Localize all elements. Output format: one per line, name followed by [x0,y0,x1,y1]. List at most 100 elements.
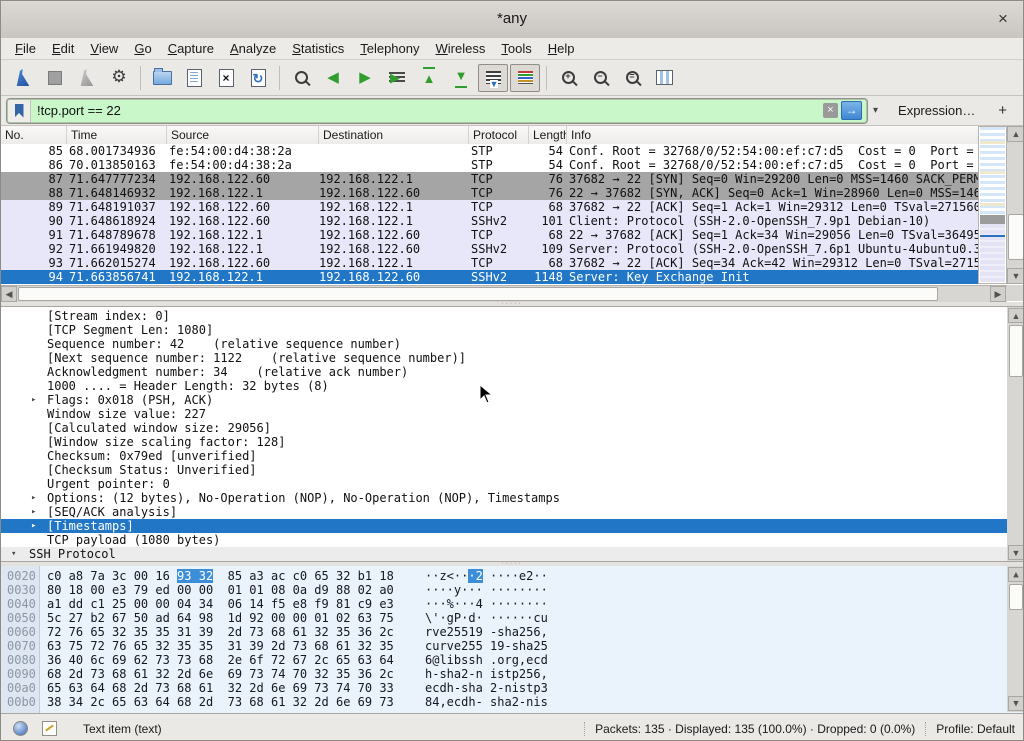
column-header-length[interactable]: Length [529,126,567,144]
add-filter-button[interactable]: + [992,102,1013,119]
scroll-thumb[interactable] [1009,325,1023,377]
detail-line[interactable]: ▸[SEQ/ACK analysis] [1,505,1007,519]
expand-arrow-icon[interactable]: ▸ [31,519,36,533]
detail-line[interactable]: ▸Flags: 0x018 (PSH, ACK) [1,393,1007,407]
scroll-up-icon[interactable]: ▲ [1007,126,1024,142]
hex-row[interactable]: 0020c0 a8 7a 3c 00 16 93 32 85 a3 ac c0 … [1,569,1007,583]
scroll-up-icon[interactable]: ▲ [1008,567,1023,582]
go-back-button[interactable]: ◀ [318,64,348,92]
find-packet-button[interactable] [286,64,316,92]
detail-line[interactable]: [Next sequence number: 1122 (relative se… [1,351,1007,365]
detail-line[interactable]: Checksum: 0x79ed [unverified] [1,449,1007,463]
scroll-thumb[interactable] [1008,214,1024,260]
filter-history-dropdown[interactable]: ▾ [867,105,884,116]
hex-row[interactable]: 003080 18 00 e3 79 ed 00 00 01 01 08 0a … [1,583,1007,597]
column-header-time[interactable]: Time [67,126,167,144]
scroll-thumb[interactable] [18,287,938,301]
scroll-right-icon[interactable]: ▶ [990,286,1006,302]
start-capture-button[interactable] [8,64,38,92]
expert-info-icon[interactable] [13,721,28,736]
display-filter-value[interactable]: !tcp.port == 22 [31,103,823,118]
packet-list-vscrollbar[interactable]: ▲ ▼ [1007,126,1024,284]
menu-capture[interactable]: Capture [160,39,222,58]
expand-arrow-icon[interactable]: ▸ [31,491,36,505]
go-to-packet-button[interactable]: ▶ [382,64,412,92]
go-forward-button[interactable]: ▶ [350,64,380,92]
detail-line[interactable]: TCP payload (1080 bytes) [1,533,1007,547]
packet-row[interactable]: 8670.013850163fe:54:00:d4:38:2aSTP54Conf… [1,158,978,172]
packet-row[interactable]: 9071.648618924192.168.122.60192.168.122.… [1,214,978,228]
hex-row[interactable]: 007063 75 72 76 65 32 35 35 31 39 2d 73 … [1,639,1007,653]
packet-row[interactable]: 9271.661949820192.168.122.1192.168.122.6… [1,242,978,256]
auto-scroll-button[interactable]: ▼ [478,64,508,92]
hex-row[interactable]: 00b038 34 2c 65 63 64 68 2d 73 68 61 32 … [1,695,1007,709]
column-header-protocol[interactable]: Protocol [469,126,529,144]
column-header-destination[interactable]: Destination [319,126,469,144]
scroll-down-icon[interactable]: ▼ [1007,268,1024,284]
details-vscrollbar[interactable]: ▲ ▼ [1007,307,1023,561]
hex-row[interactable]: 00a065 63 64 68 2d 73 68 61 32 2d 6e 69 … [1,681,1007,695]
hex-vscrollbar[interactable]: ▲ ▼ [1007,566,1023,712]
detail-line[interactable]: [Calculated window size: 29056] [1,421,1007,435]
detail-line[interactable]: 1000 .... = Header Length: 32 bytes (8) [1,379,1007,393]
expression-button[interactable]: Expression… [898,103,975,118]
detail-line[interactable]: [TCP Segment Len: 1080] [1,323,1007,337]
detail-line[interactable]: Urgent pointer: 0 [1,477,1007,491]
profile-label[interactable]: Profile: Default [925,722,1015,736]
packet-row[interactable]: 9171.648789678192.168.122.1192.168.122.6… [1,228,978,242]
packet-row[interactable]: 9471.663856741192.168.122.1192.168.122.6… [1,270,978,284]
expand-arrow-icon[interactable]: ▾ [11,547,16,561]
packet-row[interactable]: 8771.647777234192.168.122.60192.168.122.… [1,172,978,186]
menu-wireless[interactable]: Wireless [428,39,494,58]
scroll-down-icon[interactable]: ▼ [1008,696,1023,711]
menu-file[interactable]: File [7,39,44,58]
hex-row[interactable]: 0040a1 dd c1 25 00 00 04 34 06 14 f5 e8 … [1,597,1007,611]
hex-row[interactable]: 009068 2d 73 68 61 32 2d 6e 69 73 74 70 … [1,667,1007,681]
menu-tools[interactable]: Tools [493,39,539,58]
packet-row[interactable]: 8971.648191037192.168.122.60192.168.122.… [1,200,978,214]
menu-go[interactable]: Go [126,39,159,58]
open-file-button[interactable] [147,64,177,92]
resize-columns-button[interactable] [649,64,679,92]
detail-line[interactable]: [Window size scaling factor: 128] [1,435,1007,449]
zoom-in-button[interactable]: + [553,64,583,92]
save-file-button[interactable] [179,64,209,92]
detail-line[interactable]: [Stream index: 0] [1,309,1007,323]
clear-filter-button[interactable]: × [823,103,838,118]
menu-view[interactable]: View [82,39,126,58]
display-filter-input[interactable]: !tcp.port == 22 × → [7,99,867,123]
detail-line[interactable]: Window size value: 227 [1,407,1007,421]
scroll-up-icon[interactable]: ▲ [1008,308,1023,323]
go-first-packet-button[interactable]: ▲ [414,64,444,92]
hex-row[interactable]: 006072 76 65 32 35 35 31 39 2d 73 68 61 … [1,625,1007,639]
hex-row[interactable]: 008036 40 6c 69 62 73 73 68 2e 6f 72 67 … [1,653,1007,667]
close-file-button[interactable]: × [211,64,241,92]
detail-line[interactable]: ▸Options: (12 bytes), No-Operation (NOP)… [1,491,1007,505]
apply-filter-button[interactable]: → [841,101,862,120]
scroll-left-icon[interactable]: ◀ [1,286,17,302]
packet-row[interactable]: 8568.001734936fe:54:00:d4:38:2aSTP54Conf… [1,144,978,158]
close-window-button[interactable]: × [993,9,1013,29]
menu-analyze[interactable]: Analyze [222,39,284,58]
intelligent-scrollbar-minimap[interactable] [978,126,1007,284]
filter-bookmark-button[interactable] [8,100,31,122]
scroll-thumb[interactable] [1009,584,1023,610]
column-header-source[interactable]: Source [167,126,319,144]
menu-edit[interactable]: Edit [44,39,82,58]
menu-statistics[interactable]: Statistics [284,39,352,58]
reload-file-button[interactable]: ↻ [243,64,273,92]
zoom-100-button[interactable]: = [617,64,647,92]
scroll-down-icon[interactable]: ▼ [1008,545,1023,560]
detail-line[interactable]: Acknowledgment number: 34 (relative ack … [1,365,1007,379]
detail-line[interactable]: ▸[Timestamps] [1,519,1007,533]
detail-line[interactable]: Sequence number: 42 (relative sequence n… [1,337,1007,351]
expand-arrow-icon[interactable]: ▸ [31,505,36,519]
capture-options-button[interactable]: ⚙ [104,64,134,92]
detail-line[interactable]: ▾SSH Protocol [1,547,1007,561]
menu-telephony[interactable]: Telephony [352,39,427,58]
packet-row[interactable]: 8871.648146932192.168.122.1192.168.122.6… [1,186,978,200]
hex-row[interactable]: 00505c 27 b2 67 50 ad 64 98 1d 92 00 00 … [1,611,1007,625]
restart-capture-button[interactable] [72,64,102,92]
detail-line[interactable]: [Checksum Status: Unverified] [1,463,1007,477]
go-last-packet-button[interactable]: ▼ [446,64,476,92]
